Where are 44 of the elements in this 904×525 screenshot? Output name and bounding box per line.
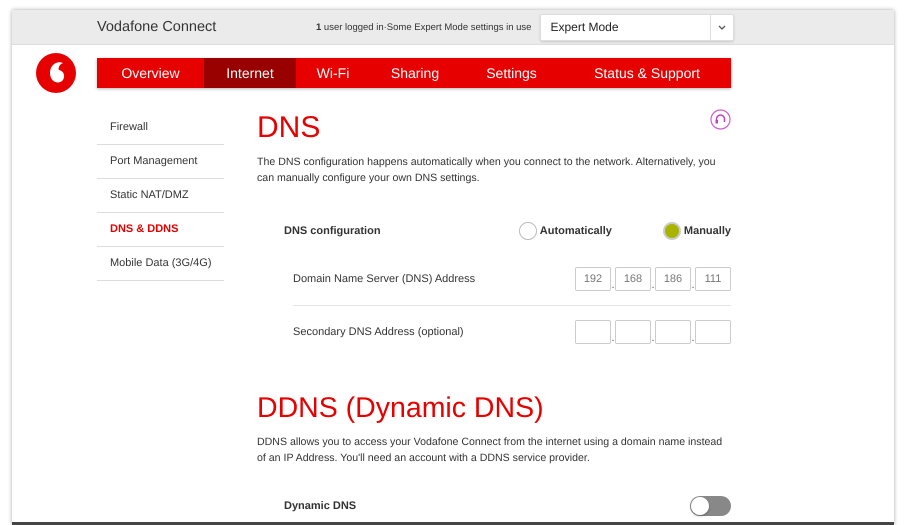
sidebar-item[interactable]: DNS & DDNS: [97, 213, 224, 247]
separator-dot: .: [691, 279, 695, 291]
nav-tab[interactable]: Status & Support: [563, 58, 731, 88]
headset-icon[interactable]: [710, 109, 731, 130]
section-title: DNS: [257, 111, 320, 145]
field-label: Secondary DNS Address (optional): [293, 326, 464, 338]
radio-option[interactable]: Automatically: [518, 222, 612, 240]
radio-button[interactable]: [662, 222, 681, 240]
setting-label: DNS configuration: [284, 225, 382, 237]
radio-option[interactable]: Manually: [662, 222, 731, 240]
nav-tab[interactable]: Internet: [204, 58, 296, 88]
nav-tab[interactable]: Overview: [97, 58, 204, 88]
separator-dot: .: [611, 332, 615, 344]
radio-button[interactable]: [518, 222, 537, 240]
octet-field[interactable]: 192: [575, 267, 611, 291]
app-title: Vodafone Connect: [97, 19, 218, 35]
octet-field[interactable]: 168: [615, 267, 651, 291]
section-description: DDNS allows you to access your Vodafone Connect from the internet using a domain name instead of an IP Address. You'll need an account with a DDNS service provider.: [257, 435, 724, 466]
octet-field[interactable]: [615, 320, 651, 344]
octet-field[interactable]: 111: [695, 267, 731, 291]
separator-dot: .: [651, 279, 655, 291]
toggle-switch[interactable]: [690, 496, 731, 516]
section-description: The DNS configuration happens automatically when you connect to the network. Alternatively, you can manually configure your own DNS settings.: [257, 155, 717, 186]
sidebar-item[interactable]: Mobile Data (3G/4G): [97, 247, 224, 281]
octet-field[interactable]: [695, 320, 731, 344]
nav-tab[interactable]: Wi-Fi: [296, 58, 370, 88]
setting-label: Dynamic DNS: [284, 500, 356, 512]
sidebar-item[interactable]: Port Management: [97, 145, 224, 179]
nav-tab[interactable]: Sharing: [370, 58, 460, 88]
separator-dot: .: [651, 332, 655, 344]
chevron-down-icon: [718, 24, 726, 30]
nav-tab[interactable]: Settings: [460, 58, 563, 88]
field-label: Domain Name Server (DNS) Address: [293, 273, 476, 285]
separator-dot: .: [611, 279, 615, 291]
section-title: DDNS (Dynamic DNS): [257, 391, 545, 425]
octet-field[interactable]: 186: [655, 267, 691, 291]
status-text: 1 user logged in·Some Expert Mode settings in use: [316, 22, 532, 32]
sidebar-item[interactable]: Static NAT/DMZ: [97, 179, 224, 213]
octet-field[interactable]: [575, 320, 611, 344]
separator-dot: .: [691, 332, 695, 344]
sidebar-item[interactable]: Firewall: [97, 111, 224, 145]
mode-dropdown[interactable]: Expert Mode: [540, 14, 734, 40]
octet-field[interactable]: [655, 320, 691, 344]
logo-icon[interactable]: [36, 53, 76, 93]
